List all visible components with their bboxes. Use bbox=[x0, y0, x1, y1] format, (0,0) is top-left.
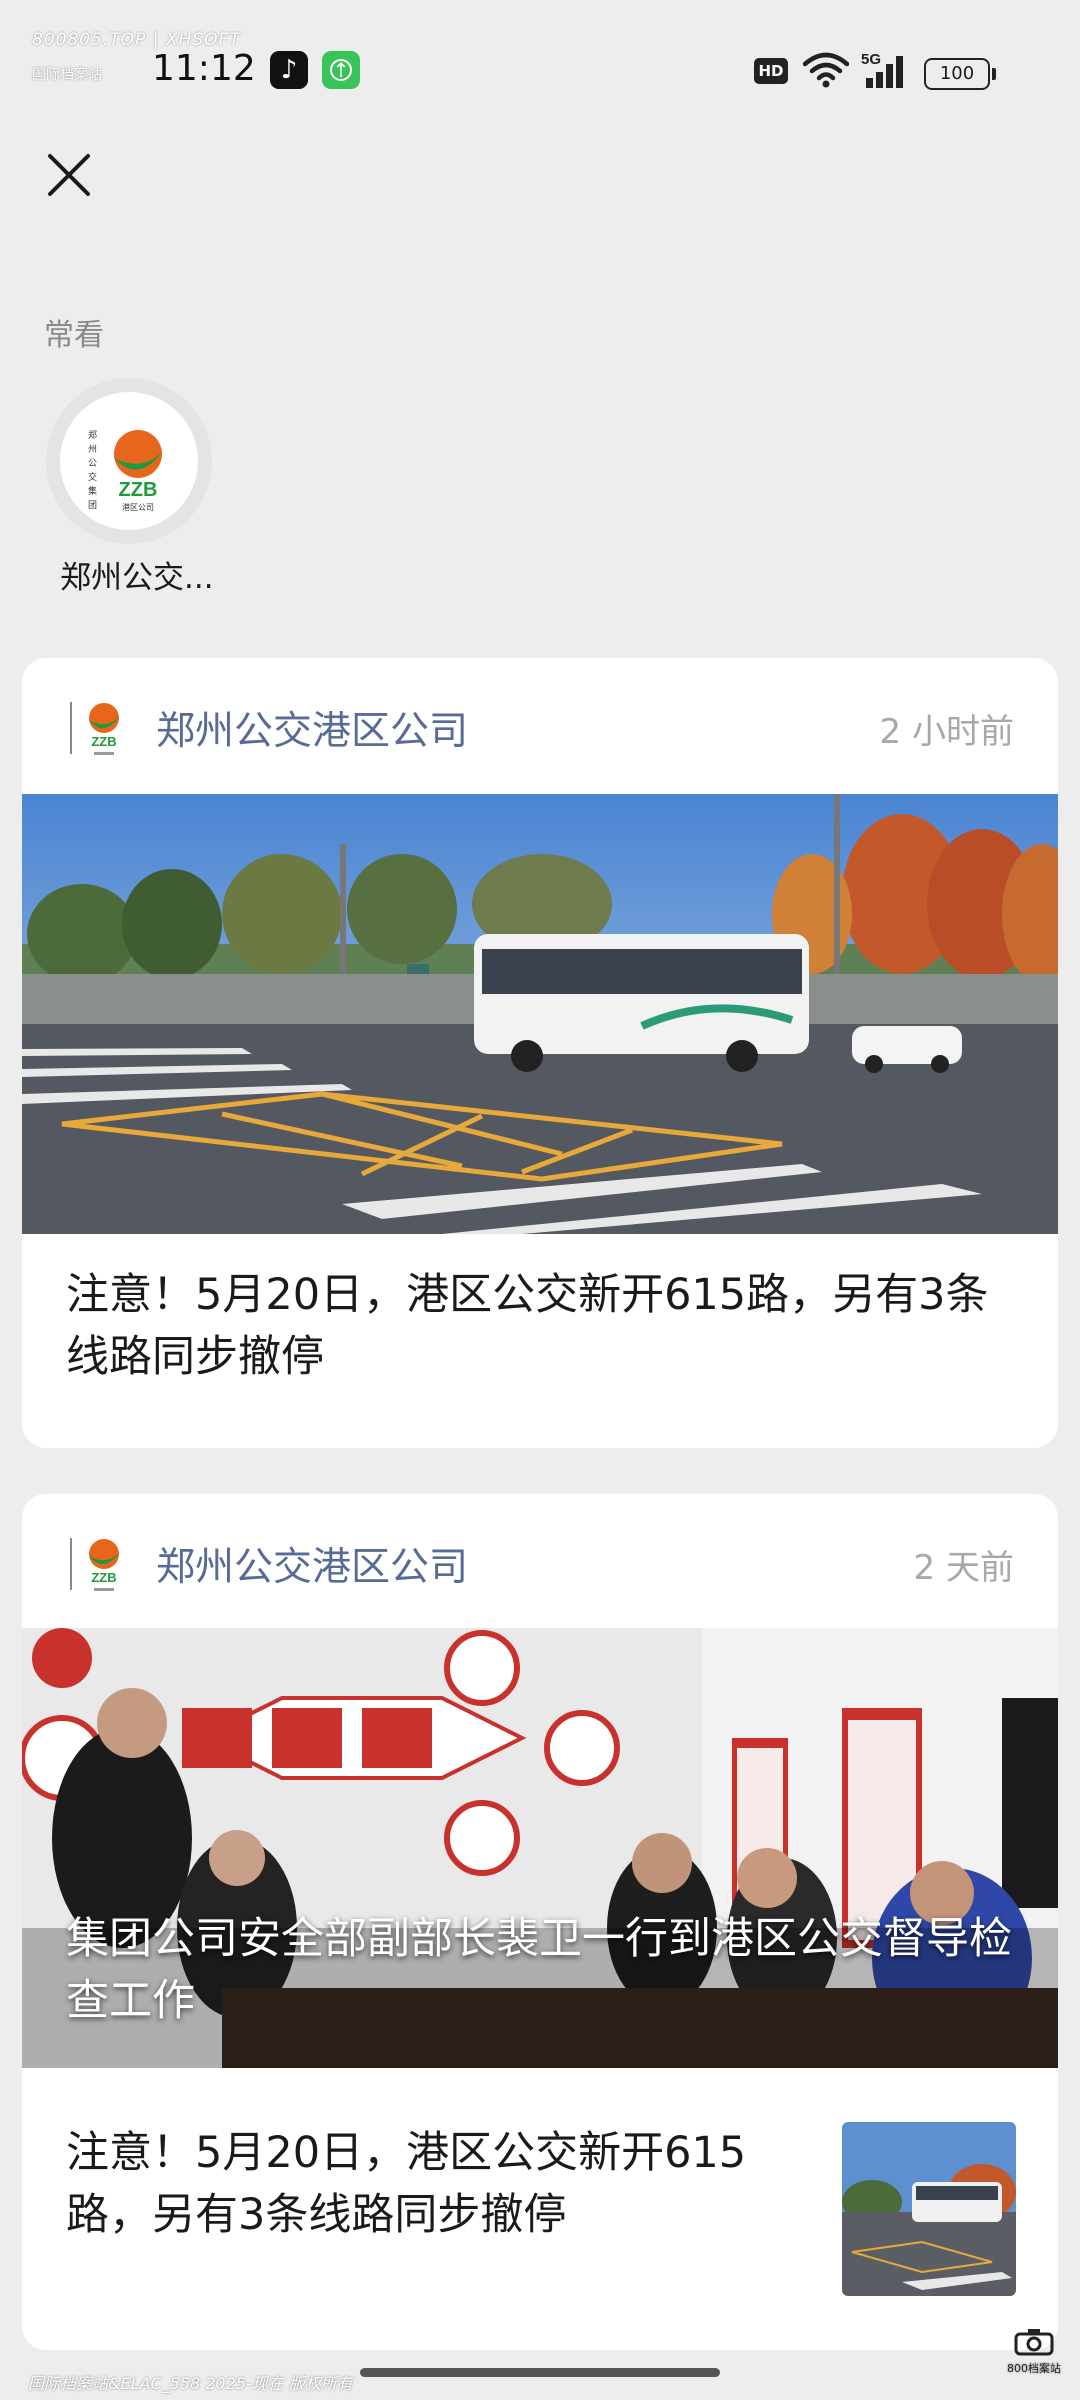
account-logo-icon: ZZB bbox=[70, 1538, 120, 1591]
frequent-label: 常看 bbox=[44, 318, 104, 353]
status-time: 11:12 bbox=[152, 48, 256, 89]
network-label: 5G bbox=[861, 51, 881, 68]
post-time: 2 小时前 bbox=[879, 712, 1014, 752]
account-logo-icon: ZZB bbox=[70, 702, 120, 755]
related-article-thumbnail[interactable] bbox=[842, 2122, 1016, 2296]
svg-text:ZZB: ZZB bbox=[91, 1570, 116, 1585]
camera-watermark-label: 800档案站 bbox=[1007, 2362, 1061, 2375]
account-name[interactable]: 郑州公交港区公司 bbox=[156, 1536, 468, 1592]
feed-card[interactable]: ZZB 郑州公交港区公司 2 天前 集团公司安全部副部长裴卫一行到港区公交督导检… bbox=[22, 1494, 1058, 2350]
logo-subtext: 港区公司 bbox=[122, 502, 154, 512]
home-indicator[interactable] bbox=[360, 2368, 720, 2377]
svg-text:集: 集 bbox=[88, 485, 97, 496]
watermark-bottom: 国际档案站&ELAC_558 2025-现在 版权所有 bbox=[28, 2374, 353, 2393]
wifi-icon bbox=[803, 52, 849, 88]
zzb-logo-icon: 郑 州 公 交 集 团 ZZB 港区公司 bbox=[88, 429, 162, 512]
upload-icon bbox=[322, 51, 360, 89]
battery-icon: 100 bbox=[924, 58, 996, 90]
article-cover-image[interactable] bbox=[22, 794, 1058, 1234]
svg-text:交: 交 bbox=[88, 471, 97, 482]
article-headline[interactable]: 注意！5月20日，港区公交新开615路，另有3条线路同步撤停 bbox=[66, 1264, 1016, 1388]
camera-icon: 800档案站 bbox=[1004, 2328, 1064, 2384]
svg-text:ZZB: ZZB bbox=[91, 734, 116, 749]
svg-text:团: 团 bbox=[88, 500, 97, 510]
logo-text: ZZB bbox=[119, 479, 158, 501]
account-name[interactable]: 郑州公交港区公司 bbox=[156, 700, 468, 756]
post-time: 2 天前 bbox=[913, 1548, 1014, 1588]
hd-icon: HD bbox=[754, 58, 788, 84]
frequent-account-avatar[interactable]: 郑 州 公 交 集 团 ZZB 港区公司 bbox=[46, 378, 212, 544]
watermark-top-sub: 国际档案站 bbox=[32, 67, 102, 83]
tiktok-icon: ♪ bbox=[270, 51, 308, 89]
feed-card[interactable]: ZZB 郑州公交港区公司 2 小时前 注意！5月20日，港区公交新开615路，另… bbox=[22, 658, 1058, 1448]
related-article-title[interactable]: 注意！5月20日，港区公交新开615路，另有3条线路同步撤停 bbox=[66, 2122, 826, 2246]
cover-overlay-title[interactable]: 集团公司安全部副部长裴卫一行到港区公交督导检查工作 bbox=[66, 1908, 1026, 2032]
frequent-account-name[interactable]: 郑州公交... bbox=[60, 552, 230, 597]
svg-text:州: 州 bbox=[88, 444, 97, 454]
svg-text:公: 公 bbox=[88, 458, 97, 468]
close-icon[interactable] bbox=[44, 150, 94, 200]
svg-text:郑: 郑 bbox=[88, 429, 97, 440]
watermark-top: 800805.TOP | XHSOFT bbox=[32, 30, 241, 50]
signal-icon: 5G bbox=[861, 51, 903, 88]
